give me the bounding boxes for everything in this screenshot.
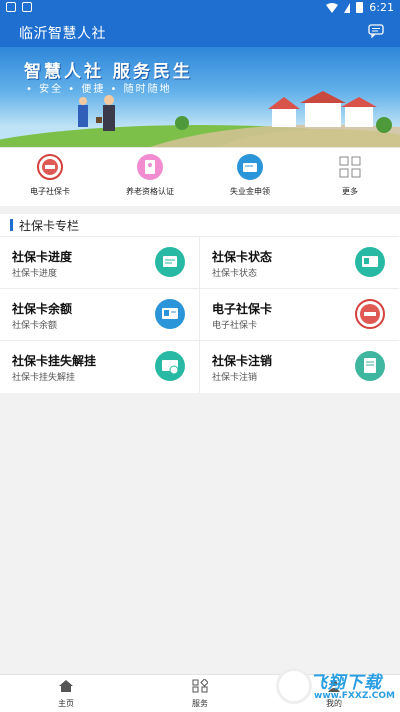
watermark-url: www.FXXZ.COM <box>314 691 395 701</box>
card-grid: 社保卡进度 社保卡进度 社保卡状态 社保卡状态 社保卡余额 社保卡余额 电子社保… <box>0 236 400 393</box>
quick-label: 养老资格认证 <box>126 187 174 196</box>
section-title: 社保卡专栏 <box>19 219 80 233</box>
unemployment-card-icon <box>237 154 263 180</box>
status-bar: 6:21 <box>0 0 400 17</box>
tab-label: 服务 <box>192 699 208 708</box>
wifi-icon <box>326 2 339 13</box>
card-cancel[interactable]: 社保卡注销 社保卡注销 <box>200 340 399 393</box>
card-title: 社保卡挂失解挂 <box>12 354 97 368</box>
card-progress-icon <box>155 247 185 277</box>
notification-icon <box>6 2 16 12</box>
notification-icon-2 <box>22 2 32 12</box>
section-accent-bar <box>10 219 13 231</box>
card-title: 电子社保卡 <box>212 302 273 316</box>
card-title: 社保卡注销 <box>212 354 273 368</box>
battery-icon <box>356 2 364 13</box>
promo-banner[interactable]: 智慧人社 服务民生 • 安全 • 便捷 • 随时随地 <box>0 47 400 147</box>
card-status-icon <box>355 247 385 277</box>
watermark-logo-icon <box>276 668 312 704</box>
e-social-card-seal-icon <box>355 299 385 329</box>
signal-icon <box>344 2 351 13</box>
card-subtitle: 社保卡注销 <box>212 373 258 383</box>
quick-label: 电子社保卡 <box>30 187 70 196</box>
quick-e-social-card[interactable]: 电子社保卡 <box>10 154 90 197</box>
card-subtitle: 社保卡挂失解挂 <box>12 373 76 383</box>
quick-more[interactable]: 更多 <box>310 154 390 197</box>
card-status[interactable]: 社保卡状态 社保卡状态 <box>200 236 399 289</box>
card-title: 社保卡状态 <box>212 250 273 264</box>
card-subtitle: 电子社保卡 <box>212 321 258 331</box>
app-title: 临沂智慧人社 <box>19 26 106 42</box>
grid-divider <box>199 236 200 393</box>
banner-slogan: 智慧人社 服务民生 <box>24 62 193 82</box>
card-subtitle: 社保卡进度 <box>12 269 58 279</box>
services-grid-icon <box>192 678 209 693</box>
quick-pension-auth[interactable]: 养老资格认证 <box>110 154 190 197</box>
tab-home[interactable]: 主页 <box>36 679 96 709</box>
card-cancel-icon <box>355 351 385 381</box>
watermark-text: 飞翔下载 <box>310 673 382 693</box>
quick-label: 失业金申领 <box>230 187 270 196</box>
banner-subtitle: • 安全 • 便捷 • 随时随地 <box>26 84 172 95</box>
card-progress[interactable]: 社保卡进度 社保卡进度 <box>0 236 199 289</box>
pension-auth-icon <box>137 154 163 180</box>
quick-actions: 电子社保卡 养老资格认证 失业金申领 更多 <box>0 147 400 206</box>
social-card-seal-icon <box>37 154 63 180</box>
grid-more-icon <box>337 154 363 180</box>
card-e-social[interactable]: 电子社保卡 电子社保卡 <box>200 288 399 341</box>
clock: 6:21 <box>369 1 394 14</box>
card-title: 社保卡余额 <box>12 302 73 316</box>
quick-unemployment[interactable]: 失业金申领 <box>210 154 290 197</box>
quick-label: 更多 <box>342 187 358 196</box>
card-title: 社保卡进度 <box>12 250 73 264</box>
card-subtitle: 社保卡余额 <box>12 321 58 331</box>
tab-services[interactable]: 服务 <box>170 678 230 709</box>
tab-label: 主页 <box>58 699 74 708</box>
card-balance[interactable]: 社保卡余额 社保卡余额 <box>0 288 199 341</box>
card-subtitle: 社保卡状态 <box>212 269 258 279</box>
message-icon[interactable] <box>368 24 384 38</box>
card-balance-icon <box>155 299 185 329</box>
app-bar: 临沂智慧人社 <box>0 17 400 47</box>
section-header: 社保卡专栏 <box>0 214 400 236</box>
card-loss-report-icon <box>155 351 185 381</box>
home-icon <box>59 680 73 692</box>
card-loss-report[interactable]: 社保卡挂失解挂 社保卡挂失解挂 <box>0 340 199 393</box>
watermark: 飞翔下载 www.FXXZ.COM <box>274 666 395 711</box>
